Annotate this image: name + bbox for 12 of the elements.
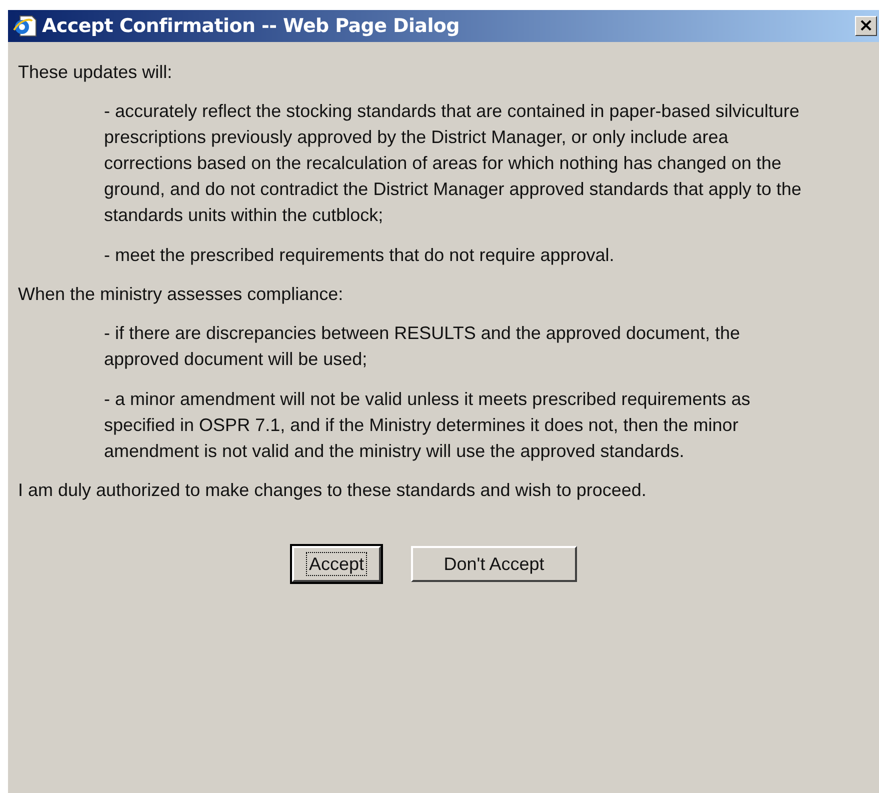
accept-button[interactable]: Accept [292,546,382,582]
section-heading: When the ministry assesses compliance: [18,283,344,306]
browser-icon [12,14,38,38]
bullet-text: - accurately reflect the stocking standards that are contained in paper-based silviculture prescriptions previously approved by the District Manager, or only include area corrections based on the recalculation of areas for which nothing has changed on the ground, and do not contradict the District Manager approved standards that apply to the standards units within the cutblock; [104,100,802,227]
decline-button[interactable]: Don't Accept [411,546,578,582]
close-button[interactable]: × [855,16,877,36]
bullet-text: - meet the prescribed requirements that do not require approval. [104,244,616,267]
window-title: Accept Confirmation -- Web Page Dialog [42,15,460,37]
bullet-text: - if there are discrepancies between RESULTS and the approved document, the approved document will be used; [104,322,742,371]
section-heading: These updates will: [18,61,174,84]
confirmation-text: I am duly authorized to make changes to these standards and wish to proceed. [18,479,648,502]
bullet-text: - a minor amendment will not be valid unless it meets prescribed requirements as specified in OSPR 7.1, and if the Ministry determines it does not, then the minor amendment is not valid and the ministry will use the approved standards. [104,388,752,463]
